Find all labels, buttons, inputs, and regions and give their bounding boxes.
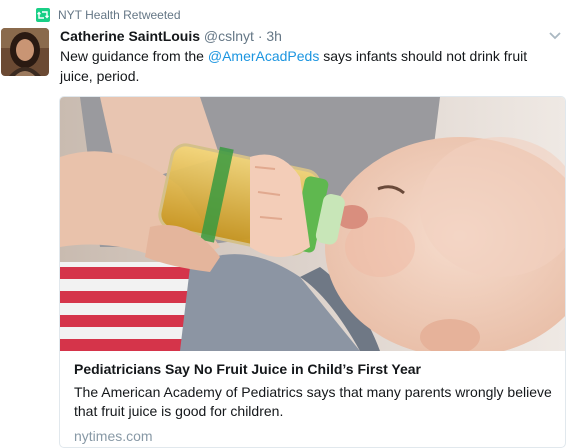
tweet-header: Catherine SaintLouis @cslnyt · 3h: [60, 27, 282, 45]
time-separator: ·: [257, 28, 263, 44]
more-options-chevron-icon[interactable]: [546, 28, 564, 44]
retweet-context[interactable]: NYT Health Retweeted: [36, 6, 181, 24]
author-handle[interactable]: @cslnyt: [204, 28, 254, 44]
link-card[interactable]: Pediatricians Say No Fruit Juice in Chil…: [59, 96, 566, 448]
retweet-label: NYT Health Retweeted: [58, 8, 181, 22]
author-name[interactable]: Catherine SaintLouis: [60, 28, 200, 44]
tweet-text: New guidance from the @AmerAcadPeds says…: [60, 46, 552, 86]
card-image[interactable]: [60, 97, 565, 351]
avatar[interactable]: [1, 28, 49, 76]
tweet-text-before: New guidance from the: [60, 48, 208, 64]
card-domain[interactable]: nytimes.com: [74, 427, 554, 445]
mention-link[interactable]: @AmerAcadPeds: [208, 48, 319, 64]
retweet-icon: [36, 8, 50, 22]
tweet-timestamp[interactable]: 3h: [266, 28, 282, 44]
card-description: The American Academy of Pediatrics says …: [74, 384, 552, 419]
card-body[interactable]: Pediatricians Say No Fruit Juice in Chil…: [74, 360, 554, 445]
card-title[interactable]: Pediatricians Say No Fruit Juice in Chil…: [74, 360, 554, 378]
